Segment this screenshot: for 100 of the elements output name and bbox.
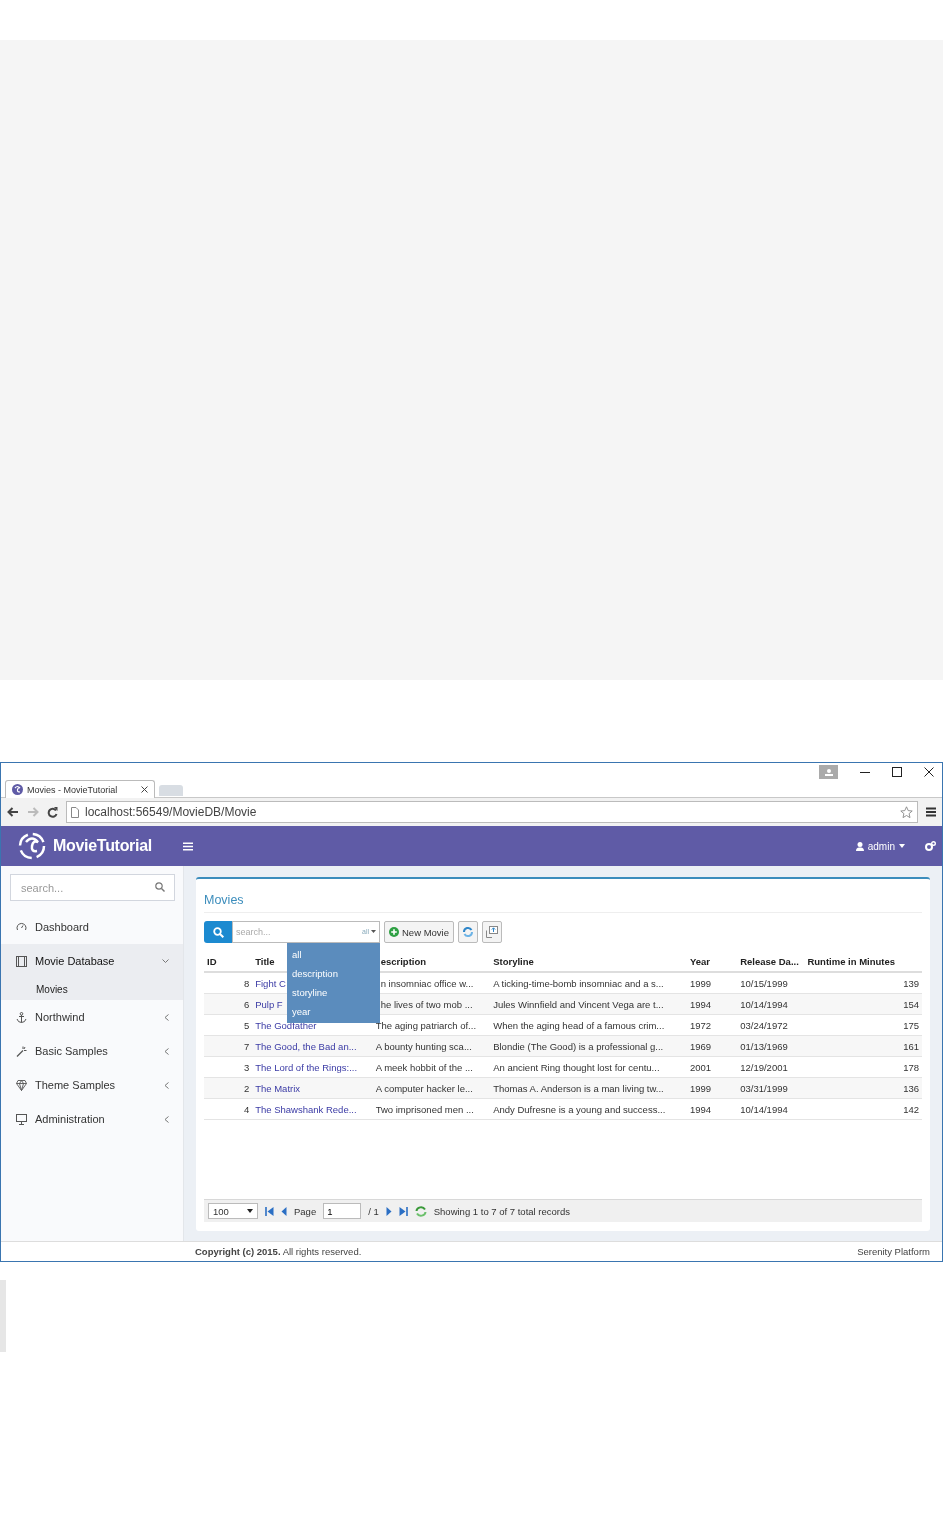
- title-link[interactable]: Pulp F: [255, 998, 283, 1010]
- page-size-select[interactable]: 100: [208, 1203, 258, 1219]
- refresh-icon: [462, 926, 474, 938]
- sidebar-item[interactable]: Dashboard: [1, 910, 183, 944]
- column-header[interactable]: Year: [687, 951, 738, 972]
- browser-tab[interactable]: Movies - MovieTutorial: [5, 780, 155, 798]
- records-status: Showing 1 to 7 of 7 total records: [433, 1205, 570, 1217]
- table-cell: 175: [804, 1014, 922, 1036]
- previous-page-icon[interactable]: [281, 1206, 287, 1216]
- monitor-icon: [16, 1113, 27, 1125]
- column-header[interactable]: escription: [380, 955, 427, 967]
- sidebar-item[interactable]: Basic Samples: [1, 1034, 183, 1068]
- table-cell: Andy Dufresne is a young and success...: [490, 1098, 687, 1120]
- title-link[interactable]: The Godfather: [255, 1019, 317, 1031]
- table-cell: 03/24/1972: [737, 1014, 805, 1036]
- column-header[interactable]: ID: [204, 951, 253, 972]
- swirl-logo-icon: [17, 832, 47, 860]
- sidebar-item[interactable]: Movie Database: [1, 944, 183, 978]
- search-icon[interactable]: [155, 882, 165, 892]
- table-cell: 7: [204, 1035, 253, 1057]
- reload-icon[interactable]: [47, 806, 58, 818]
- close-icon[interactable]: [924, 767, 934, 777]
- table-cell: n insomniac office w...: [380, 977, 474, 989]
- table-cell: Thomas A. Anderson is a man living tw...: [490, 1077, 687, 1099]
- table-cell: 4: [204, 1098, 253, 1120]
- table-cell: 10/15/1999: [737, 972, 805, 994]
- plus-circle-icon: [389, 927, 399, 937]
- sidebar-item[interactable]: Northwind: [1, 1000, 183, 1034]
- page-title: Movies: [204, 879, 922, 913]
- table-cell: 142: [804, 1098, 922, 1120]
- table-cell: 12/19/2001: [737, 1056, 805, 1078]
- table-cell: When the aging head of a famous crim...: [490, 1014, 687, 1036]
- table-cell: 1999: [687, 972, 738, 994]
- table-cell: 5: [204, 1014, 253, 1036]
- sidebar-subitem[interactable]: Movies: [1, 978, 183, 1000]
- margin-bar: [0, 1280, 6, 1352]
- column-header[interactable]: Release Da...: [737, 951, 805, 972]
- table-cell: A ticking-time-bomb insomniac and a s...: [490, 972, 687, 994]
- search-icon: [212, 926, 224, 938]
- table-cell: 10/14/1994: [737, 1098, 805, 1120]
- table-cell: An ancient Ring thought lost for centu...: [490, 1056, 687, 1078]
- column-header[interactable]: Title: [255, 955, 275, 967]
- table-cell: 6: [204, 993, 253, 1015]
- table-cell: Jules Winnfield and Vincent Vega are t...: [490, 993, 687, 1015]
- sidebar-item[interactable]: Theme Samples: [1, 1068, 183, 1102]
- star-icon[interactable]: [900, 805, 913, 819]
- table-cell: The aging patriarch of...: [375, 1019, 477, 1031]
- close-icon[interactable]: [141, 786, 148, 793]
- page-field[interactable]: 1: [323, 1203, 362, 1219]
- table-cell: 161: [804, 1035, 922, 1057]
- address-field[interactable]: localhost:56549/MovieDB/Movie: [66, 801, 918, 823]
- table-cell: 3: [204, 1056, 253, 1078]
- menu-item[interactable]: storyline: [287, 983, 380, 1002]
- swirl-icon: [12, 784, 23, 795]
- search-field[interactable]: search...: [10, 874, 175, 901]
- person-icon: [824, 768, 833, 776]
- platform-text: Serenity Platform: [857, 1246, 930, 1257]
- table-cell: 2: [204, 1077, 253, 1099]
- menu-item[interactable]: all: [287, 945, 380, 964]
- first-page-icon[interactable]: [265, 1206, 274, 1216]
- page-label: Page: [294, 1205, 317, 1217]
- column-header[interactable]: Storyline: [490, 951, 687, 972]
- title-link[interactable]: Fight C: [255, 977, 286, 989]
- table-cell: 136: [804, 1077, 922, 1099]
- table-cell: 154: [804, 993, 922, 1015]
- sidebar-item[interactable]: Administration: [1, 1102, 183, 1136]
- maximize-icon[interactable]: [892, 767, 902, 777]
- new-movie-button[interactable]: New Movie: [384, 921, 454, 943]
- column-header[interactable]: Runtime in Minutes: [804, 951, 922, 972]
- menu-item[interactable]: year: [287, 1002, 380, 1021]
- caret-icon: [247, 1209, 253, 1213]
- gears-icon[interactable]: [925, 841, 936, 851]
- table-cell: 2001: [687, 1056, 738, 1078]
- refresh-button[interactable]: [458, 921, 478, 943]
- menu-icon[interactable]: [926, 807, 936, 817]
- wand-icon: [16, 1045, 27, 1057]
- next-page-icon[interactable]: [385, 1206, 392, 1216]
- title-link[interactable]: The Shawshank Rede...: [255, 1103, 357, 1115]
- table-cell: A meek hobbit of the ...: [375, 1061, 473, 1073]
- table-cell: 8: [204, 972, 253, 994]
- menu-item[interactable]: description: [287, 964, 380, 983]
- table-cell: he lives of two mob ...: [380, 998, 473, 1010]
- back-icon[interactable]: [7, 807, 19, 817]
- caret-icon: [371, 930, 376, 933]
- anchor-icon: [16, 1011, 27, 1023]
- export-button[interactable]: [482, 921, 502, 943]
- table-cell: 139: [804, 972, 922, 994]
- table-cell: 178: [804, 1056, 922, 1078]
- table-cell: A bounty hunting sca...: [375, 1040, 472, 1052]
- caret-icon: [899, 844, 905, 848]
- profile-button[interactable]: [819, 765, 838, 779]
- table-cell: Blondie (The Good) is a professional g...: [490, 1035, 687, 1057]
- user-menu[interactable]: admin: [855, 840, 905, 852]
- search-button[interactable]: [204, 921, 232, 943]
- table-cell: 1994: [687, 1098, 738, 1120]
- table-cell: 03/31/1999: [737, 1077, 805, 1099]
- film-icon: [16, 955, 27, 967]
- last-page-icon[interactable]: [398, 1206, 408, 1216]
- title-link[interactable]: The Lord of the Rings:...: [255, 1061, 358, 1073]
- person-icon: [855, 841, 864, 851]
